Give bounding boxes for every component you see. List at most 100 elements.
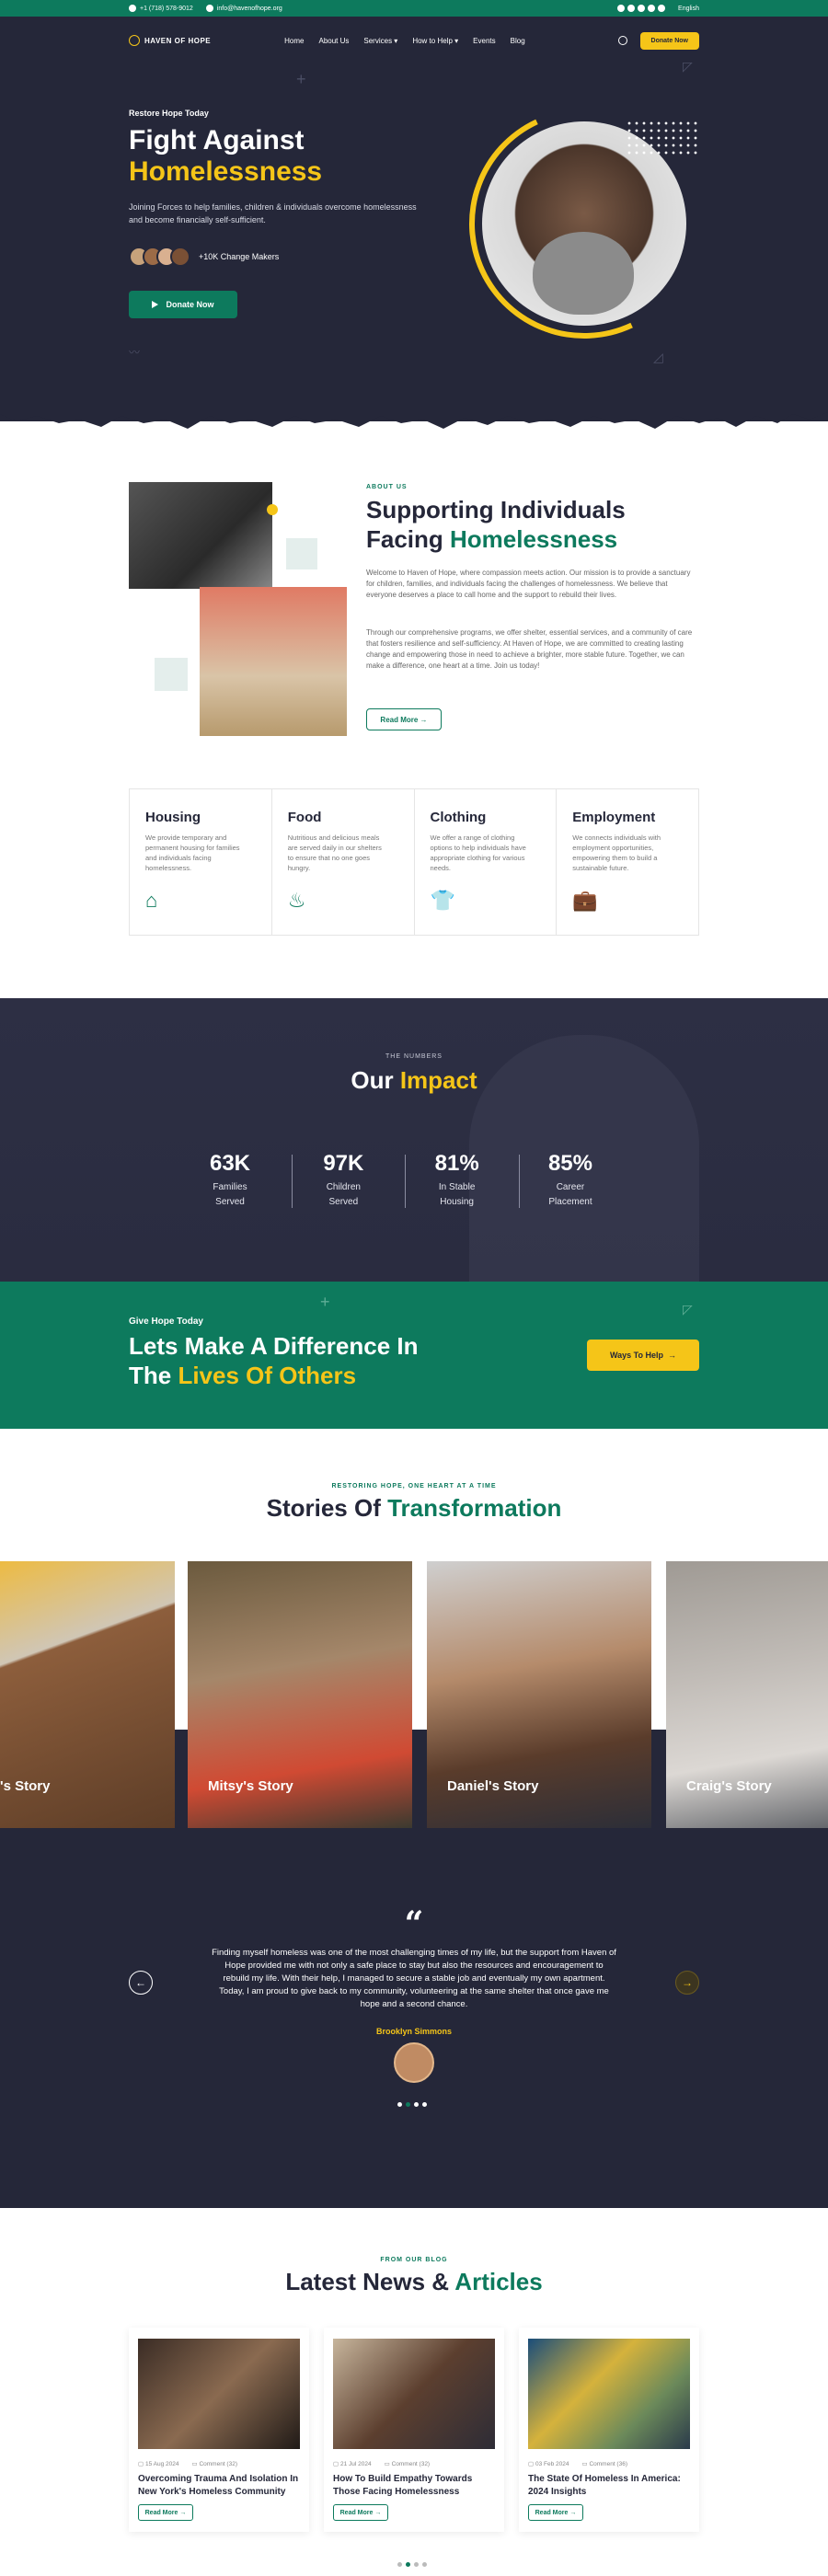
news-card[interactable]: ▢ 03 Feb 2024 ▭ Comment (36) The State O… [519, 2328, 699, 2532]
story-card[interactable]: 's Story [0, 1561, 175, 1828]
story-card-mitsy[interactable]: Mitsy's Story [188, 1561, 412, 1828]
hero-donate-button[interactable]: Donate Now [129, 291, 237, 318]
service-card-food[interactable]: Food Nutritious and delicious meals are … [272, 789, 415, 935]
carousel-dot[interactable] [422, 2562, 427, 2567]
arrow-right-icon: → [178, 2509, 187, 2516]
arrow-right-icon: → [568, 2509, 577, 2516]
prev-arrow-icon[interactable]: ← [129, 1971, 153, 1995]
impact-eyebrow: THE NUMBERS [385, 1053, 443, 1060]
hero-section: HAVEN OF HOPE Home About Us Services ▾ H… [0, 17, 828, 429]
house-icon: ⌂ [145, 889, 158, 912]
impact-stats: 63K Families Served 97K Children Served 81… [184, 1151, 616, 1210]
carousel-dot[interactable] [422, 2102, 427, 2107]
divider [405, 1155, 407, 1208]
plus-decoration-icon: + [320, 1293, 330, 1311]
torn-edge-decoration [0, 396, 828, 429]
arrow-right-icon: → [418, 715, 428, 724]
ways-to-help-button[interactable]: Ways To Help → [587, 1340, 699, 1371]
service-card-clothing[interactable]: Clothing We offer a range of clothing op… [415, 789, 558, 935]
youtube-icon[interactable] [658, 5, 666, 12]
carousel-dot[interactable] [406, 2562, 410, 2567]
corner-decoration-icon: ◸ [683, 59, 693, 74]
news-image [333, 2339, 495, 2449]
email-contact[interactable]: info@havenofhope.org [205, 5, 282, 12]
nav-actions: Donate Now [617, 31, 699, 50]
news-card-title[interactable]: How To Build Empathy Towards Those Facin… [333, 2473, 495, 2499]
comment-icon: ▭ [581, 2461, 588, 2467]
logo[interactable]: HAVEN OF HOPE [129, 35, 211, 46]
social-links [617, 5, 666, 12]
news-eyebrow: FROM OUR BLOG [380, 2257, 448, 2263]
phone-contact[interactable]: +1 (718) 578-9012 [129, 5, 193, 12]
phone-icon [129, 5, 136, 12]
news-title: Latest News & Articles [285, 2268, 543, 2295]
shirt-icon: 👕 [430, 889, 455, 912]
arrow-right-icon: → [373, 2509, 382, 2516]
cta-title: Lets Make A Difference In The Lives Of O… [129, 1332, 419, 1389]
hero-title: Fight Against Homelessness [129, 125, 323, 187]
read-more-button[interactable]: Read More → [528, 2504, 583, 2521]
calendar-icon: ▢ [138, 2461, 144, 2467]
about-paragraph-2: Through our comprehensive programs, we o… [366, 628, 693, 670]
impact-section: THE NUMBERS Our Impact 63K Families Serve… [0, 998, 828, 1282]
briefcase-icon: 💼 [572, 889, 598, 912]
arrow-right-icon: → [663, 1351, 677, 1360]
avatar [394, 2042, 434, 2083]
nav-item-about[interactable]: About Us [318, 37, 349, 45]
hero-eyebrow: Restore Hope Today [129, 109, 209, 118]
news-card-title[interactable]: The State Of Homeless In America: 2024 I… [528, 2473, 690, 2499]
chevron-down-icon: ▾ [392, 36, 398, 45]
search-icon[interactable] [617, 36, 627, 45]
dot-grid-decoration [626, 120, 699, 156]
chevron-down-icon: ▾ [452, 36, 459, 45]
read-more-button[interactable]: Read More → [138, 2504, 193, 2521]
nav-menu: Home About Us Services ▾ How to Help ▾ E… [284, 37, 525, 45]
news-image [528, 2339, 690, 2449]
carousel-dot[interactable] [397, 2102, 402, 2107]
facebook-icon[interactable] [617, 5, 626, 12]
nav-item-services[interactable]: Services ▾ [363, 37, 397, 45]
carousel-dot[interactable] [414, 2102, 419, 2107]
top-bar: +1 (718) 578-9012 info@havenofhope.org E… [0, 0, 828, 17]
about-image-1 [129, 482, 272, 589]
next-arrow-icon[interactable]: → [675, 1971, 699, 1995]
news-card[interactable]: ▢ 15 Aug 2024 ▭ Comment (32) Overcoming … [129, 2328, 309, 2532]
news-card[interactable]: ▢ 21 Jul 2024 ▭ Comment (32) How To Buil… [324, 2328, 504, 2532]
nav-item-events[interactable]: Events [473, 37, 495, 45]
about-paragraph-1: Welcome to Haven of Hope, where compassi… [366, 569, 691, 599]
service-card-employment[interactable]: Employment We connects individuals with … [557, 789, 698, 935]
linkedin-icon[interactable] [638, 5, 646, 12]
instagram-icon[interactable] [648, 5, 656, 12]
news-date: ▢ 21 Jul 2024 [333, 2461, 372, 2467]
stat-housing: 81% In Stable Housing [411, 1151, 520, 1210]
page: +1 (718) 578-9012 info@havenofhope.org E… [0, 0, 828, 2576]
story-card-daniel[interactable]: Daniel's Story [427, 1561, 651, 1828]
about-image-2 [200, 587, 347, 736]
nav-item-home[interactable]: Home [284, 37, 304, 45]
carousel-dot[interactable] [397, 2562, 402, 2567]
cta-eyebrow: Give Hope Today [129, 1317, 203, 1327]
corner-decoration-icon: ◸ [683, 1302, 693, 1317]
news-card-title[interactable]: Overcoming Trauma And Isolation In New Y… [138, 2473, 300, 2499]
corner-decoration-icon: ◿ [653, 350, 663, 364]
divider [518, 1155, 520, 1208]
read-more-button[interactable]: Read More → [333, 2504, 388, 2521]
food-icon: ♨ [287, 889, 306, 912]
news-date: ▢ 03 Feb 2024 [528, 2461, 569, 2467]
cta-section: + ◸ Give Hope Today Lets Make A Differen… [0, 1282, 828, 1429]
service-card-housing[interactable]: Housing We provide temporary and permane… [130, 789, 272, 935]
language-select[interactable]: English [678, 6, 699, 12]
about-read-more-button[interactable]: Read More → [366, 708, 442, 730]
carousel-dot[interactable] [406, 2102, 410, 2107]
twitter-icon[interactable] [627, 5, 636, 12]
hero-description: Joining Forces to help families, childre… [129, 202, 417, 224]
nav-donate-button[interactable]: Donate Now [639, 31, 699, 50]
stories-eyebrow: RESTORING HOPE, ONE HEART AT A TIME [331, 1483, 497, 1489]
services-grid: Housing We provide temporary and permane… [129, 788, 699, 936]
carousel-dot[interactable] [414, 2562, 419, 2567]
nav-item-blog[interactable]: Blog [511, 37, 525, 45]
about-title: Supporting Individuals Facing Homelessne… [366, 496, 626, 553]
story-card-craig[interactable]: Craig's Story [666, 1561, 828, 1828]
nav-item-how-to-help[interactable]: How to Help ▾ [412, 37, 458, 45]
news-carousel-dots [397, 2562, 427, 2567]
